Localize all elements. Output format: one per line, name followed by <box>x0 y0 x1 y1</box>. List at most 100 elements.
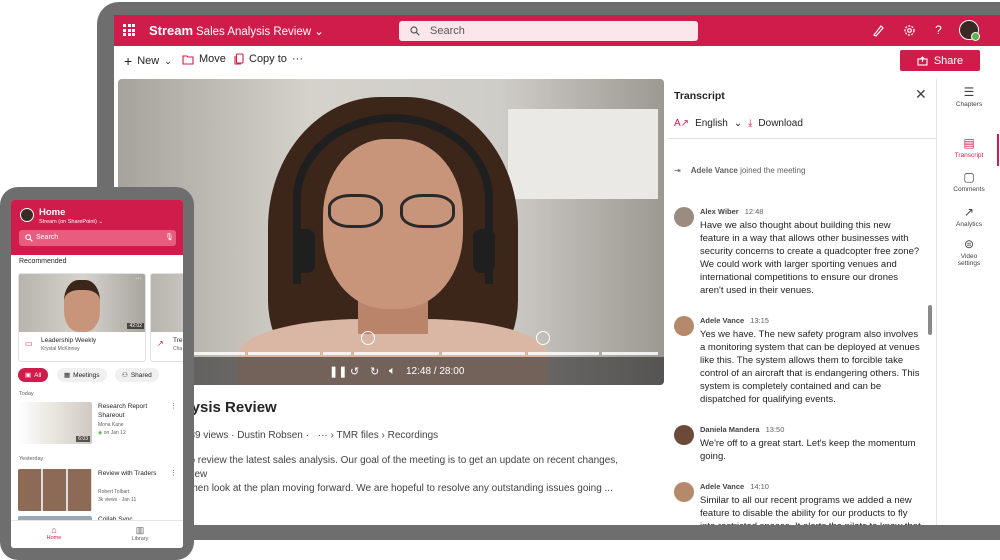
help-icon[interactable]: ? <box>931 23 946 38</box>
speaker-name: Adele Vance <box>700 316 745 325</box>
more-vertical-icon[interactable]: ⋮ <box>170 402 177 410</box>
search-icon <box>410 26 420 36</box>
timestamp[interactable]: 12:48 <box>745 207 764 216</box>
language-selector[interactable]: A↗ English ⌄ <box>674 118 742 129</box>
rail-label: Analytics <box>955 221 982 228</box>
download-icon: ⤓ <box>748 118 753 129</box>
copy-to-button[interactable]: Copy to <box>234 53 287 65</box>
chevron-down-icon: ⌄ <box>314 26 324 38</box>
settings-gear-icon[interactable] <box>902 23 917 38</box>
transcript-panel: Transcript ✕ A↗ English ⌄ ⤓ Download ⇥ A… <box>668 79 936 525</box>
card-title: Leadership Weekly <box>41 337 97 344</box>
rail-analytics[interactable]: ↗ Analytics <box>937 205 1000 228</box>
volume-icon[interactable]: 🔈︎ <box>389 365 396 378</box>
home-icon: ⌂ <box>51 525 57 535</box>
chip-label: Meetings <box>73 371 100 379</box>
avatar <box>674 316 694 336</box>
item-author: Mona Kane <box>98 422 124 428</box>
microphone-icon[interactable]: 🎙︎ <box>165 233 174 241</box>
more-commands-button[interactable]: ··· <box>292 53 303 65</box>
more-icon[interactable]: ··· <box>135 275 142 282</box>
breadcrumb[interactable]: Sales Analysis Review ⌄ <box>196 24 324 38</box>
list-item[interactable]: Review with Traders Robert Tolbart 3k vi… <box>18 469 178 513</box>
video-player[interactable]: ❚❚ ↺ ↻ 🔈︎ 12:48 / 28:00 <box>118 79 664 385</box>
feedback-icon[interactable] <box>871 23 886 38</box>
more-vertical-icon[interactable]: ⋮ <box>170 469 177 477</box>
scrollbar-thumb[interactable] <box>928 305 932 335</box>
list-item[interactable]: 6:03 Research Report Shareout Mona Kane … <box>18 402 178 446</box>
user-avatar[interactable] <box>959 20 980 41</box>
subfolder-link[interactable]: Recordings <box>388 430 439 441</box>
timestamp[interactable]: 14:10 <box>750 482 769 491</box>
folder-move-icon <box>182 54 194 65</box>
transcript-text: Yes we have. The new safety program also… <box>700 329 920 405</box>
video-card[interactable]: 42:02 ··· ▭ Leadership Weekly Krystal Mc… <box>18 273 146 362</box>
new-button[interactable]: + New ⌄ <box>124 53 172 69</box>
mobile-header: Home Stream (on SharePoint) ⌄ Search 🎙︎ <box>11 200 183 255</box>
download-label: Download <box>758 118 803 129</box>
video-icon: ▭ <box>25 339 33 348</box>
new-label: New <box>137 55 160 67</box>
share-button[interactable]: Share <box>900 50 980 71</box>
rail-video-settings[interactable]: ⊜ Video settings <box>937 237 1000 267</box>
site-label: Stream (on SharePoint) <box>39 219 97 225</box>
filter-chip-all[interactable]: ▣ All <box>18 368 49 382</box>
video-meta: 10,589 views · Dustin Robsen · ··· › TMR… <box>170 430 438 441</box>
headset-ear-right <box>473 229 495 273</box>
app-name[interactable]: Stream <box>149 23 193 38</box>
chapters-icon: ☰ <box>963 85 975 99</box>
rail-transcript[interactable]: ▤ Transcript <box>937 136 1000 159</box>
side-rail: ☰ Chapters ▤ Transcript ▢ Comments ↗ Analyti… <box>936 79 1000 525</box>
plus-icon: + <box>124 53 133 69</box>
duration-badge: 42:02 <box>127 323 144 329</box>
avatar[interactable] <box>20 208 34 222</box>
speaker-marker-icon[interactable] <box>536 331 550 345</box>
item-meta-text: on Jan 12 <box>103 430 126 436</box>
speaker-marker-icon[interactable] <box>361 331 375 345</box>
rail-chapters[interactable]: ☰ Chapters <box>937 85 1000 108</box>
transcript-heading: Transcript <box>674 90 725 102</box>
download-button[interactable]: ⤓ Download <box>748 118 803 129</box>
mobile-search-input[interactable]: Search 🎙︎ <box>19 230 176 246</box>
system-event-text: Adele Vance joined the meeting <box>691 166 806 175</box>
nav-library[interactable]: ▥ Library <box>110 525 170 542</box>
speaker-name: Adele Vance <box>700 482 745 491</box>
video-card[interactable]: ↗ Tre Cha <box>150 273 183 362</box>
seek-bar[interactable] <box>174 352 658 355</box>
library-icon: ▥ <box>135 525 145 535</box>
card-author: Krystal McKinney <box>41 346 80 352</box>
pause-icon[interactable]: ❚❚ <box>329 365 347 378</box>
rewind-10-icon[interactable]: ↺ <box>350 365 359 378</box>
translate-icon: A↗ <box>674 118 690 129</box>
people-icon: ⚇ <box>122 372 128 379</box>
nav-home[interactable]: ⌂ Home <box>24 525 84 541</box>
rail-comments[interactable]: ▢ Comments <box>937 170 1000 193</box>
filter-chip-meetings[interactable]: ▦ Meetings <box>57 368 107 382</box>
description-line: me to review the latest sales analysis. … <box>170 455 619 480</box>
timestamp[interactable]: 13:15 <box>750 316 769 325</box>
timestamp[interactable]: 13:50 <box>766 425 785 434</box>
site-selector[interactable]: Stream (on SharePoint) ⌄ <box>39 219 103 225</box>
path-more-button[interactable]: ··· <box>318 430 328 441</box>
calendar-icon: ▦ <box>64 372 71 379</box>
active-indicator <box>997 134 999 166</box>
rail-label: Video settings <box>957 253 981 267</box>
search-input[interactable]: Search <box>399 21 698 41</box>
video-author[interactable]: Dustin Robsen <box>237 430 303 441</box>
thumbnail-person <box>64 280 100 332</box>
video-shelf <box>508 109 658 199</box>
move-button[interactable]: Move <box>182 53 226 65</box>
rail-label: Transcript <box>954 152 984 159</box>
filter-chip-shared[interactable]: ⚇ Shared <box>115 368 159 382</box>
nav-label: Library <box>131 536 149 542</box>
forward-10-icon[interactable]: ↻ <box>370 365 379 378</box>
folder-link[interactable]: TMR files <box>336 430 378 441</box>
close-icon[interactable]: ✕ <box>915 86 927 103</box>
video-thumbnail <box>151 274 183 332</box>
section-heading: Recommended <box>19 258 67 265</box>
headset-ear-left <box>293 229 315 273</box>
item-title: Research Report Shareout <box>98 403 148 419</box>
item-title: Review with Traders <box>98 470 157 477</box>
speaker-line: Daniela Mandera 13:50 <box>700 425 784 434</box>
app-launcher-icon[interactable] <box>123 24 135 36</box>
